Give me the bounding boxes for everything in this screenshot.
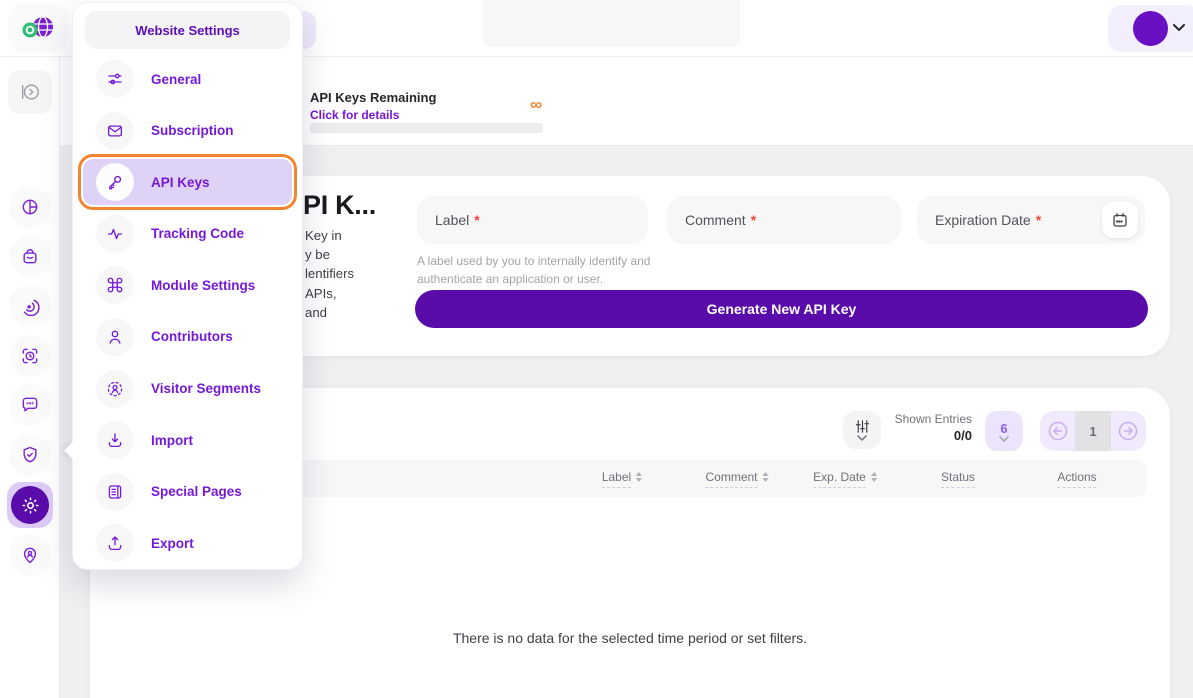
table-filter-button[interactable] [843, 411, 881, 449]
download-icon [96, 421, 134, 459]
required-marker: * [474, 212, 479, 228]
twipla-logo-icon [19, 14, 57, 42]
pages-icon [96, 473, 134, 511]
required-marker: * [751, 212, 756, 228]
sidebar-item-settings[interactable] [7, 482, 53, 528]
sidebar-item-ecommerce[interactable] [9, 235, 51, 277]
pie-chart-icon [20, 197, 40, 217]
column-header-status: Status [941, 460, 975, 497]
collapse-sidebar-icon [19, 81, 41, 103]
sidebar-collapse-button[interactable] [8, 70, 52, 114]
chat-bubble-icon [20, 395, 40, 415]
sliders-icon [96, 60, 134, 98]
command-icon [96, 266, 134, 304]
chevron-down-icon [857, 435, 867, 441]
activity-icon [96, 215, 134, 253]
menu-title: Website Settings [85, 11, 290, 49]
expiration-date-field[interactable]: Expiration Date * [917, 196, 1145, 244]
menu-item-general[interactable]: General [83, 56, 292, 102]
sort-icon [871, 472, 877, 482]
chevron-down-icon [1172, 23, 1186, 32]
pagination: 1 [1040, 411, 1146, 451]
sidebar-item-privacy[interactable] [9, 434, 51, 476]
sort-icon [636, 472, 642, 482]
shopping-bag-icon [20, 246, 40, 266]
calendar-picker-button[interactable] [1102, 202, 1138, 238]
app-window: API Keys Remaining Click for details ∞ P… [0, 0, 1193, 698]
menu-item-special-pages[interactable]: Special Pages [83, 469, 292, 515]
sidebar-item-behavior[interactable] [9, 285, 51, 327]
gear-icon [21, 496, 40, 515]
column-header-label[interactable]: Label [602, 460, 642, 497]
previous-page-button[interactable] [1040, 411, 1075, 451]
upload-icon [96, 524, 134, 562]
header-search-area[interactable] [483, 0, 740, 47]
chevron-down-icon [999, 436, 1009, 442]
key-icon [96, 163, 134, 201]
menu-item-contributors[interactable]: Contributors [83, 314, 292, 360]
generate-api-key-button[interactable]: Generate New API Key [415, 290, 1148, 328]
page-size-select[interactable]: 6 [985, 411, 1023, 451]
arrow-right-circle-icon [1117, 420, 1139, 442]
sidebar-item-analytics[interactable] [9, 186, 51, 228]
label-field[interactable]: Label * [417, 196, 648, 244]
card-description-partial: Key in y be lentifiers APIs, and [305, 226, 354, 322]
calendar-icon [1111, 211, 1129, 229]
required-marker: * [1036, 212, 1041, 228]
menu-item-api-keys[interactable]: API Keys [83, 159, 292, 205]
settings-active-circle [11, 486, 49, 524]
comment-field[interactable]: Comment * [667, 196, 901, 244]
menu-item-export[interactable]: Export [83, 520, 292, 566]
sidebar-item-visitors[interactable] [9, 534, 51, 576]
envelope-icon [96, 112, 134, 150]
user-icon [96, 318, 134, 356]
empty-table-message: There is no data for the selected time p… [90, 630, 1170, 646]
next-page-button[interactable] [1111, 411, 1146, 451]
user-segment-icon [96, 370, 134, 408]
quota-title: API Keys Remaining [310, 90, 436, 105]
column-header-actions: Actions [1057, 460, 1096, 497]
shown-entries-value: 0/0 [886, 428, 972, 443]
user-avatar [1133, 11, 1168, 46]
quota-details-link[interactable]: Click for details [310, 108, 399, 122]
shown-entries-label: Shown Entries [886, 412, 972, 426]
sidebar-item-feedback[interactable] [9, 384, 51, 426]
logo-button[interactable] [8, 4, 68, 52]
current-page: 1 [1075, 411, 1110, 451]
sliders-filter-icon [854, 419, 871, 434]
menu-list: General Subscription API Keys Tracking C… [73, 56, 302, 566]
radar-icon [20, 296, 40, 316]
column-header-exp-date[interactable]: Exp. Date [813, 460, 877, 497]
menu-item-tracking-code[interactable]: Tracking Code [83, 211, 292, 257]
sidebar-item-sessions[interactable] [9, 335, 51, 377]
website-settings-menu: Website Settings General Subscription AP… [72, 2, 303, 570]
menu-item-module-settings[interactable]: Module Settings [83, 262, 292, 308]
column-header-comment[interactable]: Comment [705, 460, 768, 497]
menu-item-import[interactable]: Import [83, 417, 292, 463]
quota-progress-bar [310, 123, 543, 133]
arrow-left-circle-icon [1047, 420, 1069, 442]
sort-icon [763, 472, 769, 482]
menu-item-subscription[interactable]: Subscription [83, 108, 292, 154]
shield-check-icon [20, 445, 40, 465]
focus-clock-icon [20, 346, 40, 366]
infinity-value: ∞ [530, 95, 542, 115]
sidebar [0, 57, 60, 698]
shown-entries: Shown Entries 0/0 [886, 412, 972, 443]
card-title-truncated: PI K... [303, 190, 376, 221]
account-menu-button[interactable] [1108, 5, 1193, 52]
menu-item-visitor-segments[interactable]: Visitor Segments [83, 366, 292, 412]
page-size-value: 6 [1000, 421, 1007, 436]
location-pin-person-icon [20, 545, 40, 565]
label-helper-text: A label used by you to internally identi… [417, 252, 671, 288]
